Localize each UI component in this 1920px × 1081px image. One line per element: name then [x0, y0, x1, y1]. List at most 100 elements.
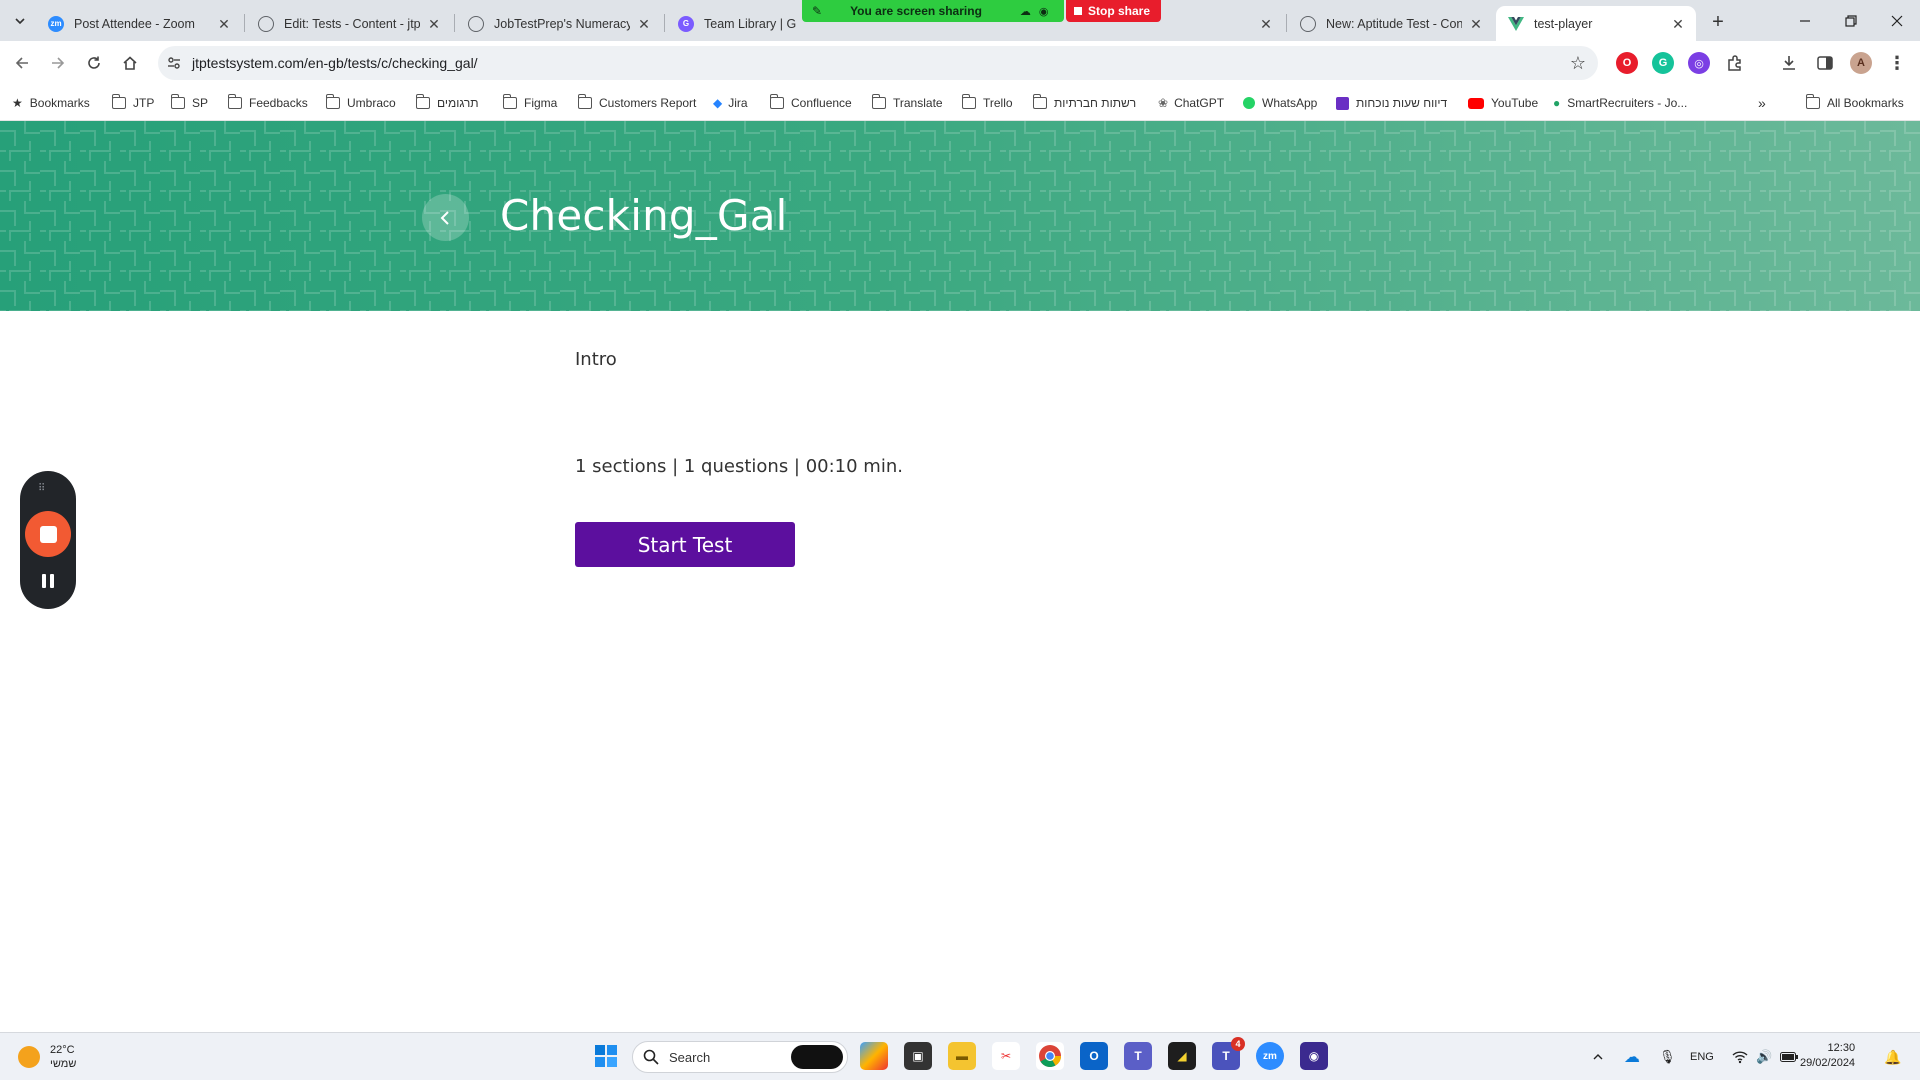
- grammarly-extension-icon[interactable]: G: [1652, 52, 1674, 74]
- star-icon: ★: [12, 96, 23, 110]
- bookmark-jira[interactable]: ◆ Jira: [713, 94, 748, 112]
- tab-post-attendee-zoom[interactable]: zm Post Attendee - Zoom ✕: [36, 6, 242, 41]
- bookmark-folder-confluence[interactable]: Confluence: [769, 94, 852, 112]
- outlook-icon[interactable]: O: [1080, 1042, 1108, 1070]
- tab-aptitude-test[interactable]: New: Aptitude Test - Cont ✕: [1288, 6, 1494, 41]
- bookmark-chatgpt[interactable]: ❀ ChatGPT: [1158, 94, 1224, 112]
- battery-icon[interactable]: [1780, 1033, 1798, 1081]
- zoom-taskbar-icon[interactable]: zm: [1256, 1042, 1284, 1070]
- bookmark-bookmarks[interactable]: ★ Bookmarks: [12, 94, 90, 112]
- close-icon[interactable]: ✕: [426, 16, 442, 32]
- input-language[interactable]: ENG: [1690, 1033, 1714, 1081]
- bookmark-folder-social[interactable]: רשתות חברתיות: [1032, 94, 1137, 112]
- test-header-banner: Checking_Gal: [0, 121, 1920, 311]
- opera-extension-icon[interactable]: O: [1616, 52, 1638, 74]
- stop-recording-button[interactable]: [25, 511, 71, 557]
- profile-avatar[interactable]: A: [1850, 52, 1872, 74]
- tab-edit-tests[interactable]: Edit: Tests - Content - jtpt ✕: [246, 6, 452, 41]
- bookmark-folder-customers-report[interactable]: Customers Report: [577, 94, 696, 112]
- arrow-left-icon: [15, 57, 28, 69]
- minimize-button[interactable]: [1782, 0, 1828, 41]
- all-bookmarks-folder[interactable]: All Bookmarks: [1805, 94, 1904, 112]
- maze-pattern-background: [0, 121, 1920, 311]
- screen-recorder-widget: ⠿: [20, 471, 76, 609]
- teams-icon[interactable]: T: [1124, 1042, 1152, 1070]
- bookmark-folder-feedbacks[interactable]: Feedbacks: [227, 94, 308, 112]
- drag-handle-icon[interactable]: ⠿: [38, 483, 46, 494]
- bookmark-folder-jtp[interactable]: JTP: [111, 94, 154, 112]
- close-icon[interactable]: ✕: [1468, 16, 1484, 32]
- globe-icon: [1300, 15, 1316, 32]
- close-icon[interactable]: ✕: [1258, 16, 1274, 32]
- task-view-icon[interactable]: ▣: [904, 1042, 932, 1070]
- more-bookmarks-chevron-icon[interactable]: »: [1758, 94, 1766, 112]
- snipping-tool-icon[interactable]: ✂: [992, 1042, 1020, 1070]
- tab-team-library[interactable]: G Team Library | Glitter: [666, 6, 806, 41]
- taskbar-search-box[interactable]: Search: [632, 1041, 848, 1073]
- file-explorer-icon[interactable]: ▬: [948, 1042, 976, 1070]
- restore-button[interactable]: [1828, 0, 1874, 41]
- home-button[interactable]: [116, 49, 144, 77]
- bookmark-folder-umbraco[interactable]: Umbraco: [325, 94, 396, 112]
- reload-button[interactable]: [80, 49, 108, 77]
- weather-description: שמשי: [50, 1058, 77, 1070]
- bookmark-folder-sp[interactable]: SP: [170, 94, 208, 112]
- onedrive-cloud-icon[interactable]: ☁: [1624, 1033, 1640, 1081]
- site-settings-icon[interactable]: [164, 53, 184, 73]
- bookmark-folder-translate[interactable]: Translate: [871, 94, 943, 112]
- forward-button[interactable]: [44, 49, 72, 77]
- back-button[interactable]: [8, 49, 36, 77]
- windows-start-icon[interactable]: [592, 1042, 620, 1070]
- bookmark-attendance[interactable]: דיווח שעות נוכחות: [1336, 94, 1447, 112]
- wifi-icon[interactable]: [1732, 1033, 1748, 1081]
- new-tab-button[interactable]: +: [1704, 8, 1732, 36]
- bookmark-label: רשתות חברתיות: [1054, 96, 1137, 110]
- side-panel-icon[interactable]: [1814, 52, 1836, 74]
- address-bar[interactable]: jtptestsystem.com/en-gb/tests/c/checking…: [158, 46, 1598, 80]
- close-window-button[interactable]: [1874, 0, 1920, 41]
- extensions-puzzle-icon[interactable]: [1724, 52, 1746, 74]
- bookmark-folder-translations[interactable]: תרגומים: [415, 94, 479, 112]
- chrome-icon[interactable]: [1036, 1042, 1064, 1070]
- tab-login[interactable]: ✕: [1162, 6, 1284, 41]
- start-test-button[interactable]: Start Test: [575, 522, 795, 567]
- test-summary: 1 sections | 1 questions | 00:10 min.: [575, 456, 903, 477]
- bookmark-smartrecruiters[interactable]: ● SmartRecruiters - Jo...: [1553, 94, 1687, 112]
- bookmark-whatsapp[interactable]: WhatsApp: [1243, 94, 1317, 112]
- minimize-icon: [1800, 19, 1810, 22]
- smartrecruiters-icon: ●: [1553, 96, 1561, 110]
- browser-toolbar: jtptestsystem.com/en-gb/tests/c/checking…: [0, 41, 1920, 85]
- pause-recording-button[interactable]: [38, 571, 58, 591]
- bookmark-youtube[interactable]: YouTube: [1468, 94, 1538, 112]
- bookmark-folder-figma[interactable]: Figma: [502, 94, 558, 112]
- weather-widget[interactable]: 22°C שמשי: [18, 1043, 76, 1071]
- close-icon[interactable]: ✕: [216, 16, 232, 32]
- menu-kebab-icon[interactable]: ⋮: [1886, 52, 1908, 74]
- bookmark-folder-trello[interactable]: Trello: [961, 94, 1013, 112]
- close-icon[interactable]: ✕: [1670, 16, 1686, 32]
- tab-search-button[interactable]: [8, 9, 32, 33]
- bookmark-star-icon[interactable]: ☆: [1570, 53, 1586, 73]
- tab-test-player[interactable]: test-player ✕: [1496, 6, 1696, 41]
- copilot-icon[interactable]: [860, 1042, 888, 1070]
- tab-numeracy[interactable]: JobTestPrep's Numeracy P ✕: [456, 6, 662, 41]
- notifications-bell-icon[interactable]: 🔔: [1884, 1033, 1901, 1081]
- bookmark-label: Figma: [524, 96, 558, 110]
- clock-time: 12:30: [1827, 1042, 1856, 1054]
- screen-recorder-app-icon[interactable]: ◉: [1300, 1042, 1328, 1070]
- system-clock[interactable]: 12:30 29/02/2024: [1800, 1041, 1855, 1071]
- pen-icon: ✎: [812, 4, 823, 18]
- purple-extension-icon[interactable]: ◎: [1688, 52, 1710, 74]
- download-icon[interactable]: [1778, 52, 1800, 74]
- volume-icon[interactable]: 🔊: [1756, 1033, 1772, 1081]
- back-arrow-button[interactable]: [422, 194, 469, 241]
- shield-icon: ◉: [1038, 5, 1049, 18]
- sticky-notes-icon[interactable]: ◢: [1168, 1042, 1196, 1070]
- microphone-icon[interactable]: 🎙: [1659, 1033, 1676, 1081]
- teams-new-icon[interactable]: T4: [1212, 1037, 1245, 1070]
- close-icon[interactable]: ✕: [636, 16, 652, 32]
- stop-share-button[interactable]: Stop share: [1066, 0, 1161, 22]
- folder-icon: [111, 94, 126, 109]
- show-hidden-icons-chevron-icon[interactable]: [1592, 1033, 1604, 1081]
- restore-icon: [1845, 14, 1857, 27]
